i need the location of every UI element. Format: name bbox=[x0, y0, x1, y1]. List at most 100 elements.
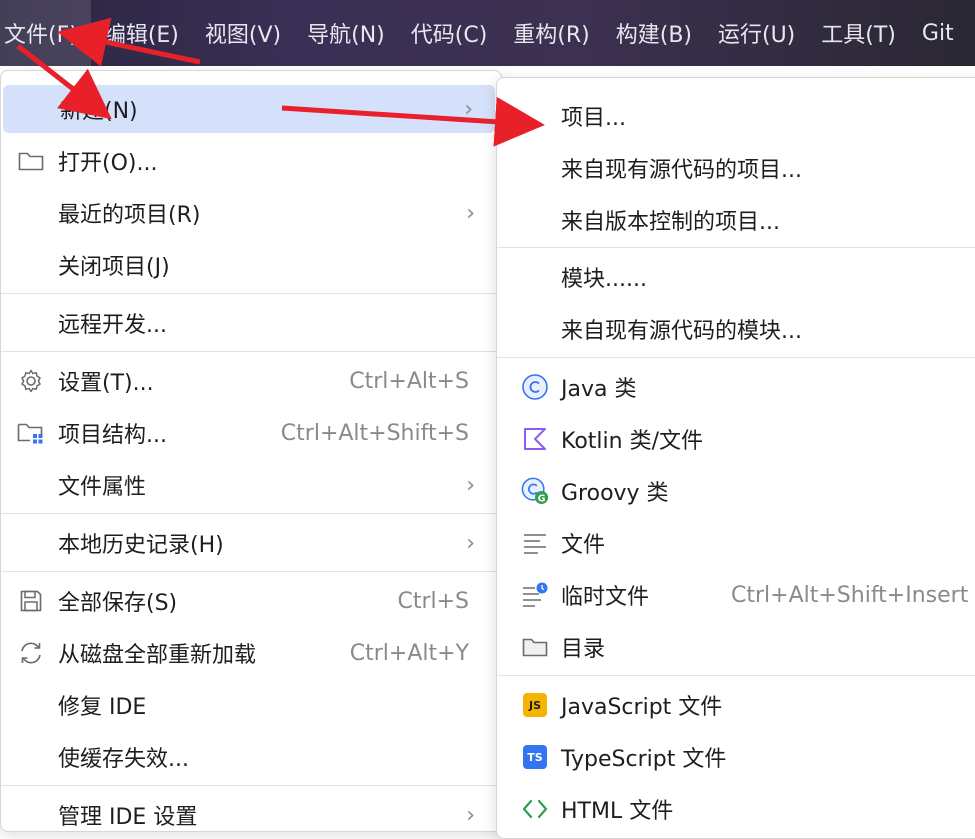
folder-icon bbox=[17, 147, 45, 175]
file-menu-open[interactable]: 打开(O)... bbox=[1, 137, 501, 185]
menu-navigate[interactable]: 导航(N) bbox=[294, 0, 398, 66]
file-menu-repair-ide[interactable]: 修复 IDE bbox=[1, 681, 501, 729]
file-menu-project-structure[interactable]: 项目结构... Ctrl+Alt+Shift+S bbox=[1, 409, 501, 457]
folder-icon bbox=[521, 633, 549, 661]
chevron-right-icon: › bbox=[464, 96, 473, 122]
javascript-icon: JS bbox=[521, 691, 549, 719]
menu-item-label: 修复 IDE bbox=[58, 695, 147, 720]
file-menu-settings[interactable]: 设置(T)... Ctrl+Alt+S bbox=[1, 357, 501, 405]
menu-file[interactable]: 文件(F) bbox=[0, 0, 91, 66]
new-html-file[interactable]: HTML 文件 bbox=[497, 785, 975, 833]
new-scratch-file[interactable]: 临时文件 Ctrl+Alt+Shift+Insert bbox=[497, 571, 975, 619]
chevron-right-icon: › bbox=[466, 802, 475, 828]
menu-bar: 文件(F) 编辑(E) 视图(V) 导航(N) 代码(C) 重构(R) 构建(B… bbox=[0, 0, 975, 66]
new-java-class[interactable]: Java 类 bbox=[497, 363, 975, 411]
menu-tools[interactable]: 工具(T) bbox=[808, 0, 909, 66]
file-menu-recent-projects[interactable]: 最近的项目(R) › bbox=[1, 189, 501, 237]
menu-separator bbox=[497, 247, 975, 248]
menu-item-label: 新建(N) bbox=[60, 99, 138, 124]
typescript-icon: TS bbox=[521, 743, 549, 771]
new-directory[interactable]: 目录 bbox=[497, 623, 975, 671]
file-menu-reload-all[interactable]: 从磁盘全部重新加载 Ctrl+Alt+Y bbox=[1, 629, 501, 677]
shortcut-text: Ctrl+Alt+Shift+S bbox=[280, 420, 469, 446]
menu-item-label: Java 类 bbox=[561, 377, 637, 402]
new-module[interactable]: 模块...... bbox=[497, 253, 975, 301]
text-file-icon bbox=[521, 529, 549, 557]
menu-edit[interactable]: 编辑(E) bbox=[91, 0, 192, 66]
menu-separator bbox=[1, 571, 501, 572]
menu-item-label: 最近的项目(R) bbox=[58, 203, 201, 228]
new-javascript-file[interactable]: JS JavaScript 文件 bbox=[497, 681, 975, 729]
new-project-from-sources[interactable]: 来自现有源代码的项目... bbox=[497, 144, 975, 192]
menu-item-label: 来自现有源代码的模块... bbox=[561, 319, 802, 344]
file-menu-remote-dev[interactable]: 远程开发... bbox=[1, 299, 501, 347]
save-icon bbox=[17, 587, 45, 615]
groovy-class-icon: G bbox=[521, 477, 549, 505]
menu-run[interactable]: 运行(U) bbox=[705, 0, 808, 66]
menu-item-label: 设置(T)... bbox=[58, 371, 154, 396]
new-module-from-sources[interactable]: 来自现有源代码的模块... bbox=[497, 305, 975, 353]
menu-item-label: Groovy 类 bbox=[561, 481, 669, 506]
file-menu-dropdown: 新建(N) › 打开(O)... 最近的项目(R) › 关闭项目(J) 远程开发… bbox=[0, 70, 502, 832]
menu-item-label: 模块...... bbox=[561, 267, 647, 292]
menu-item-label: 打开(O)... bbox=[58, 151, 158, 176]
menu-separator bbox=[1, 351, 501, 352]
file-menu-save-all[interactable]: 全部保存(S) Ctrl+S bbox=[1, 577, 501, 625]
gear-icon bbox=[17, 367, 45, 395]
file-menu-local-history[interactable]: 本地历史记录(H) › bbox=[1, 519, 501, 567]
menu-item-label: 来自版本控制的项目... bbox=[561, 210, 780, 235]
menu-item-label: TypeScript 文件 bbox=[561, 747, 727, 772]
menu-item-label: 文件属性 bbox=[58, 475, 147, 500]
file-menu-close-project[interactable]: 关闭项目(J) bbox=[1, 241, 501, 289]
file-menu-file-properties[interactable]: 文件属性 › bbox=[1, 461, 501, 509]
menu-item-label: 本地历史记录(H) bbox=[58, 533, 224, 558]
file-menu-new[interactable]: 新建(N) › bbox=[3, 85, 495, 133]
new-project-from-vcs[interactable]: 来自版本控制的项目... bbox=[497, 196, 975, 244]
shortcut-text: Ctrl+S bbox=[397, 588, 469, 614]
menu-item-label: Kotlin 类/文件 bbox=[561, 429, 703, 454]
menu-item-label: 文件 bbox=[561, 533, 606, 558]
menu-item-label: JavaScript 文件 bbox=[561, 695, 723, 720]
chevron-right-icon: › bbox=[466, 200, 475, 226]
menu-item-label: 从磁盘全部重新加载 bbox=[58, 643, 257, 668]
chevron-right-icon: › bbox=[466, 530, 475, 556]
menu-separator bbox=[1, 785, 501, 786]
new-kotlin-file[interactable]: Kotlin 类/文件 bbox=[497, 415, 975, 463]
menu-item-label: HTML 文件 bbox=[561, 799, 674, 824]
menu-code[interactable]: 代码(C) bbox=[398, 0, 501, 66]
new-submenu: 项目... 来自现有源代码的项目... 来自版本控制的项目... 模块.....… bbox=[496, 77, 975, 839]
menu-item-label: 远程开发... bbox=[58, 313, 167, 338]
js-badge: JS bbox=[523, 693, 547, 717]
menu-item-label: 使缓存失效... bbox=[58, 747, 189, 772]
file-menu-manage-ide-settings[interactable]: 管理 IDE 设置 › bbox=[1, 791, 501, 839]
file-menu-invalidate-caches[interactable]: 使缓存失效... bbox=[1, 733, 501, 781]
refresh-icon bbox=[17, 639, 45, 667]
java-class-icon bbox=[521, 373, 549, 401]
menu-item-label: 管理 IDE 设置 bbox=[58, 805, 198, 830]
menu-item-label: 全部保存(S) bbox=[58, 591, 178, 616]
menu-build[interactable]: 构建(B) bbox=[603, 0, 705, 66]
menu-separator bbox=[1, 513, 501, 514]
new-groovy-class[interactable]: G Groovy 类 bbox=[497, 467, 975, 515]
shortcut-text: Ctrl+Alt+Shift+Insert bbox=[731, 582, 969, 608]
menu-separator bbox=[497, 675, 975, 676]
new-project[interactable]: 项目... bbox=[497, 92, 975, 140]
menu-refactor[interactable]: 重构(R) bbox=[500, 0, 602, 66]
menu-item-label: 目录 bbox=[561, 637, 606, 662]
menu-separator bbox=[1, 293, 501, 294]
ts-badge: TS bbox=[523, 745, 547, 769]
menu-git[interactable]: Git bbox=[909, 0, 967, 66]
new-file[interactable]: 文件 bbox=[497, 519, 975, 567]
chevron-right-icon: › bbox=[466, 472, 475, 498]
scratch-file-icon bbox=[521, 581, 549, 609]
menu-item-label: 项目结构... bbox=[58, 423, 167, 448]
menu-view[interactable]: 视图(V) bbox=[192, 0, 294, 66]
menu-item-label: 来自现有源代码的项目... bbox=[561, 158, 802, 183]
menu-separator bbox=[497, 357, 975, 358]
new-typescript-file[interactable]: TS TypeScript 文件 bbox=[497, 733, 975, 781]
svg-text:G: G bbox=[538, 493, 546, 504]
menu-item-label: 临时文件 bbox=[561, 585, 650, 610]
menu-item-label: 项目... bbox=[561, 106, 626, 131]
menu-item-label: 关闭项目(J) bbox=[58, 255, 170, 280]
shortcut-text: Ctrl+Alt+Y bbox=[349, 640, 469, 666]
